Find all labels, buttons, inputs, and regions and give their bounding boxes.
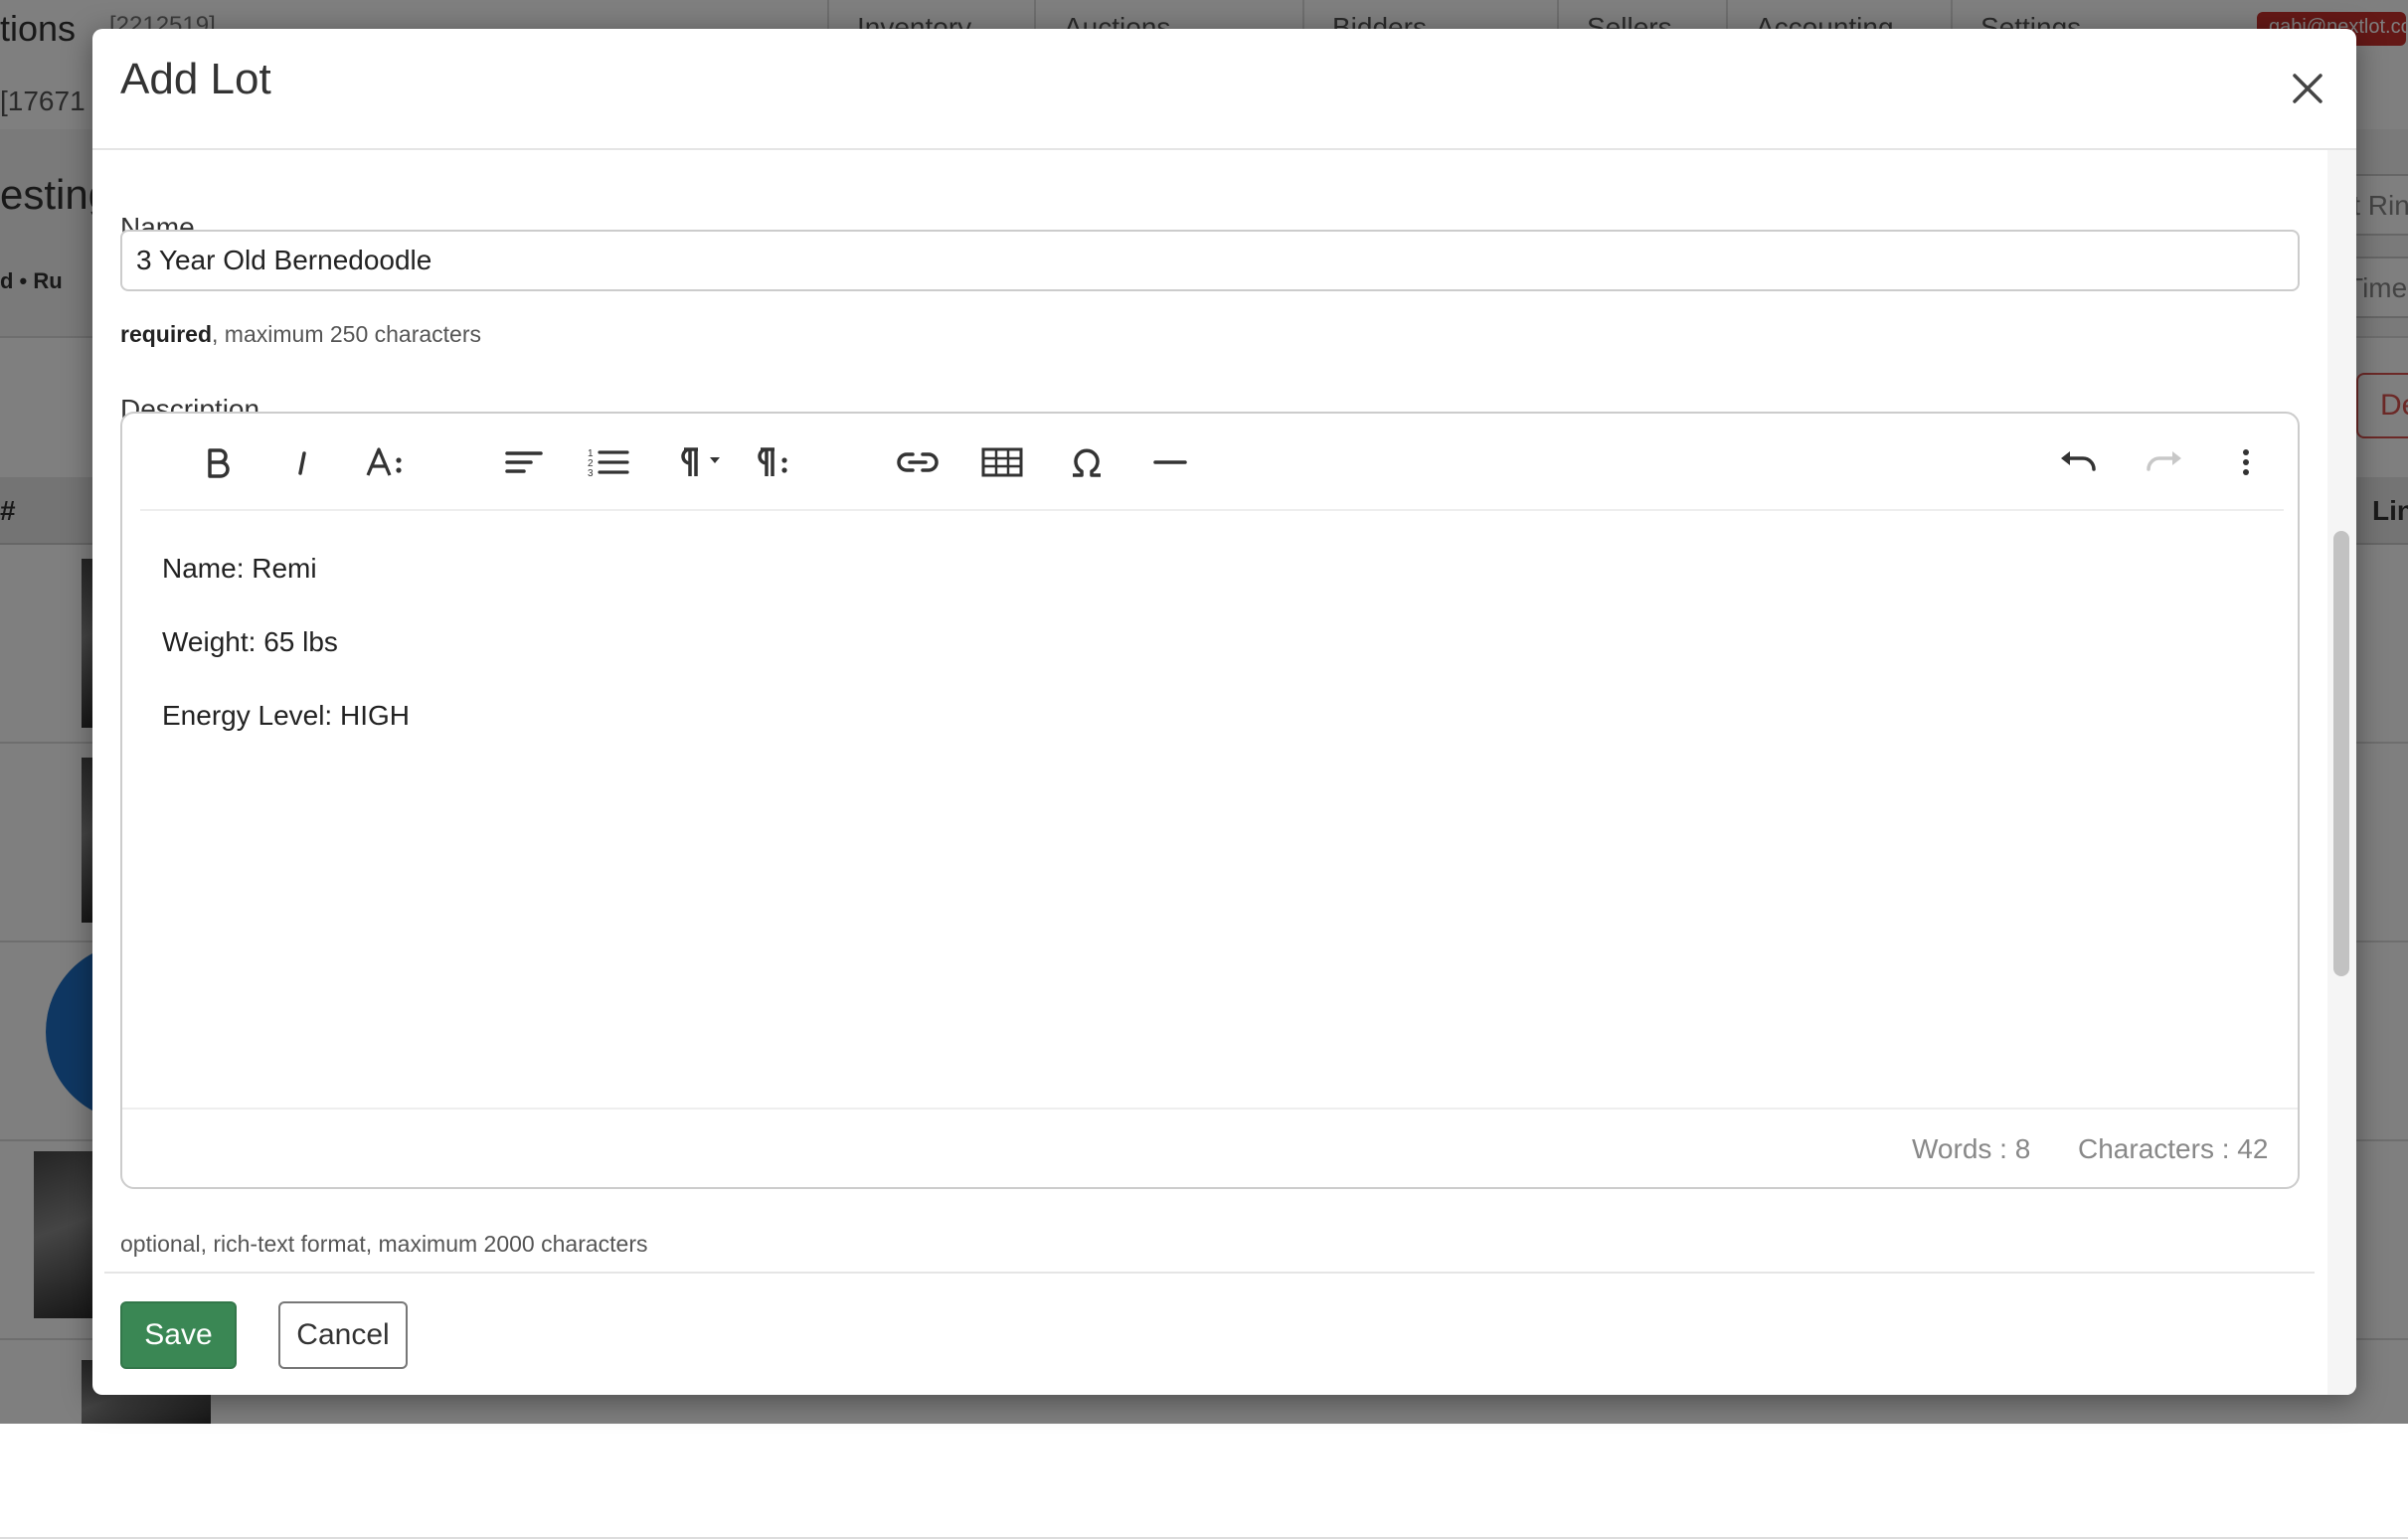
undo-icon[interactable] [2051, 435, 2107, 489]
editor-content[interactable]: Name: Remi Weight: 65 lbs Energy Level: … [162, 553, 410, 773]
font-size-icon[interactable] [359, 435, 415, 489]
table-icon[interactable] [974, 435, 1030, 489]
max-chars-text: , maximum 250 characters [212, 321, 481, 347]
paragraph-style-icon[interactable] [747, 435, 802, 489]
name-help-text: required, maximum 250 characters [120, 321, 481, 348]
rich-text-editor: 123 [120, 412, 2300, 1189]
italic-icon[interactable] [274, 435, 330, 489]
character-count: Characters : 42 [2078, 1133, 2268, 1165]
align-icon[interactable] [496, 435, 552, 489]
redo-icon[interactable] [2136, 435, 2191, 489]
ordered-list-icon[interactable]: 123 [581, 435, 636, 489]
word-count: Words : 8 [1912, 1133, 2030, 1165]
add-lot-modal: Add Lot Name required, maximum 250 chara… [92, 29, 2356, 1395]
description-line-2: Weight: 65 lbs [162, 626, 410, 658]
description-line-3: Energy Level: HIGH [162, 700, 410, 732]
modal-body: Name required, maximum 250 characters De… [92, 150, 2327, 1270]
description-line-1: Name: Remi [162, 553, 410, 585]
name-input[interactable] [120, 230, 2300, 291]
modal-title: Add Lot [120, 55, 271, 104]
description-help-text: optional, rich-text format, maximum 2000… [120, 1231, 647, 1258]
cancel-button[interactable]: Cancel [278, 1301, 408, 1369]
modal-header: Add Lot [92, 29, 2356, 150]
editor-status-bar: Words : 8 Characters : 42 [122, 1108, 2298, 1187]
modal-footer: Save Cancel [104, 1272, 2315, 1395]
close-icon[interactable] [2278, 59, 2337, 118]
modal-scrollbar-thumb[interactable] [2333, 531, 2349, 976]
paragraph-format-icon[interactable] [665, 435, 735, 489]
link-icon[interactable] [890, 435, 946, 489]
bold-icon[interactable] [190, 435, 246, 489]
special-characters-icon[interactable] [1059, 435, 1115, 489]
svg-text:3: 3 [588, 468, 594, 479]
editor-toolbar: 123 [140, 414, 2284, 511]
save-button[interactable]: Save [120, 1301, 237, 1369]
required-text: required [120, 321, 212, 347]
horizontal-line-icon[interactable] [1142, 435, 1198, 489]
more-options-icon[interactable] [2218, 435, 2274, 489]
